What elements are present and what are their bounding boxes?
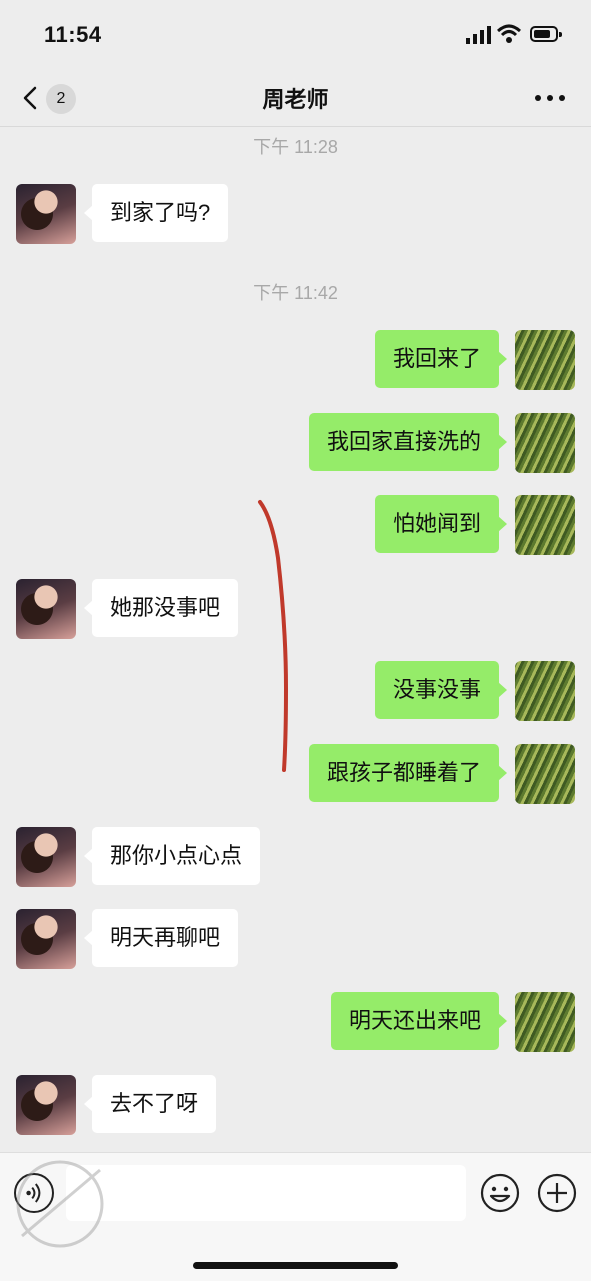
my-avatar[interactable] [515, 495, 575, 555]
contact-avatar[interactable] [16, 579, 76, 639]
timestamp: 下午 11:42 [253, 283, 338, 303]
message-bubble[interactable]: 到家了吗? [83, 184, 229, 242]
message-bubble[interactable]: 我回家直接洗的 [308, 413, 508, 471]
message-bubble[interactable]: 没事没事 [374, 661, 508, 719]
message-bubble[interactable]: 那你小点心点 [83, 827, 261, 885]
red-annotation-line [258, 500, 289, 772]
message-bubble[interactable]: 明天再聊吧 [83, 909, 239, 967]
chat-title: 周老师 [262, 87, 329, 112]
timestamp: 下午 11:28 [253, 137, 338, 157]
plus-icon[interactable] [537, 1173, 577, 1213]
battery-level [534, 30, 550, 38]
my-avatar[interactable] [515, 330, 575, 390]
message-bubble[interactable]: 怕她闻到 [374, 495, 508, 553]
cellular-signal-icon [466, 26, 491, 44]
ellipsis-icon[interactable] [530, 88, 570, 108]
my-avatar[interactable] [515, 661, 575, 721]
wifi-icon [497, 24, 521, 43]
battery-icon [530, 26, 562, 42]
status-bar: 11:54 [0, 0, 591, 70]
watermark-seal [16, 1160, 104, 1248]
message-bubble[interactable]: 跟孩子都睡着了 [308, 744, 508, 802]
status-time: 11:54 [44, 22, 102, 47]
my-avatar[interactable] [515, 744, 575, 804]
contact-avatar[interactable] [16, 184, 76, 244]
message-bubble[interactable]: 她那没事吧 [83, 579, 239, 637]
contact-avatar[interactable] [16, 827, 76, 887]
message-input[interactable] [66, 1165, 466, 1221]
message-bubble[interactable]: 我回来了 [374, 330, 508, 388]
contact-avatar[interactable] [16, 909, 76, 969]
my-avatar[interactable] [515, 413, 575, 473]
contact-avatar[interactable] [16, 1075, 76, 1135]
home-indicator[interactable] [193, 1262, 398, 1269]
message-bubble[interactable]: 明天还出来吧 [330, 992, 508, 1050]
message-bubble[interactable]: 去不了呀 [83, 1075, 217, 1133]
emoji-icon[interactable] [480, 1173, 520, 1213]
my-avatar[interactable] [515, 992, 575, 1052]
nav-bar: 2 周老师 [0, 70, 591, 127]
